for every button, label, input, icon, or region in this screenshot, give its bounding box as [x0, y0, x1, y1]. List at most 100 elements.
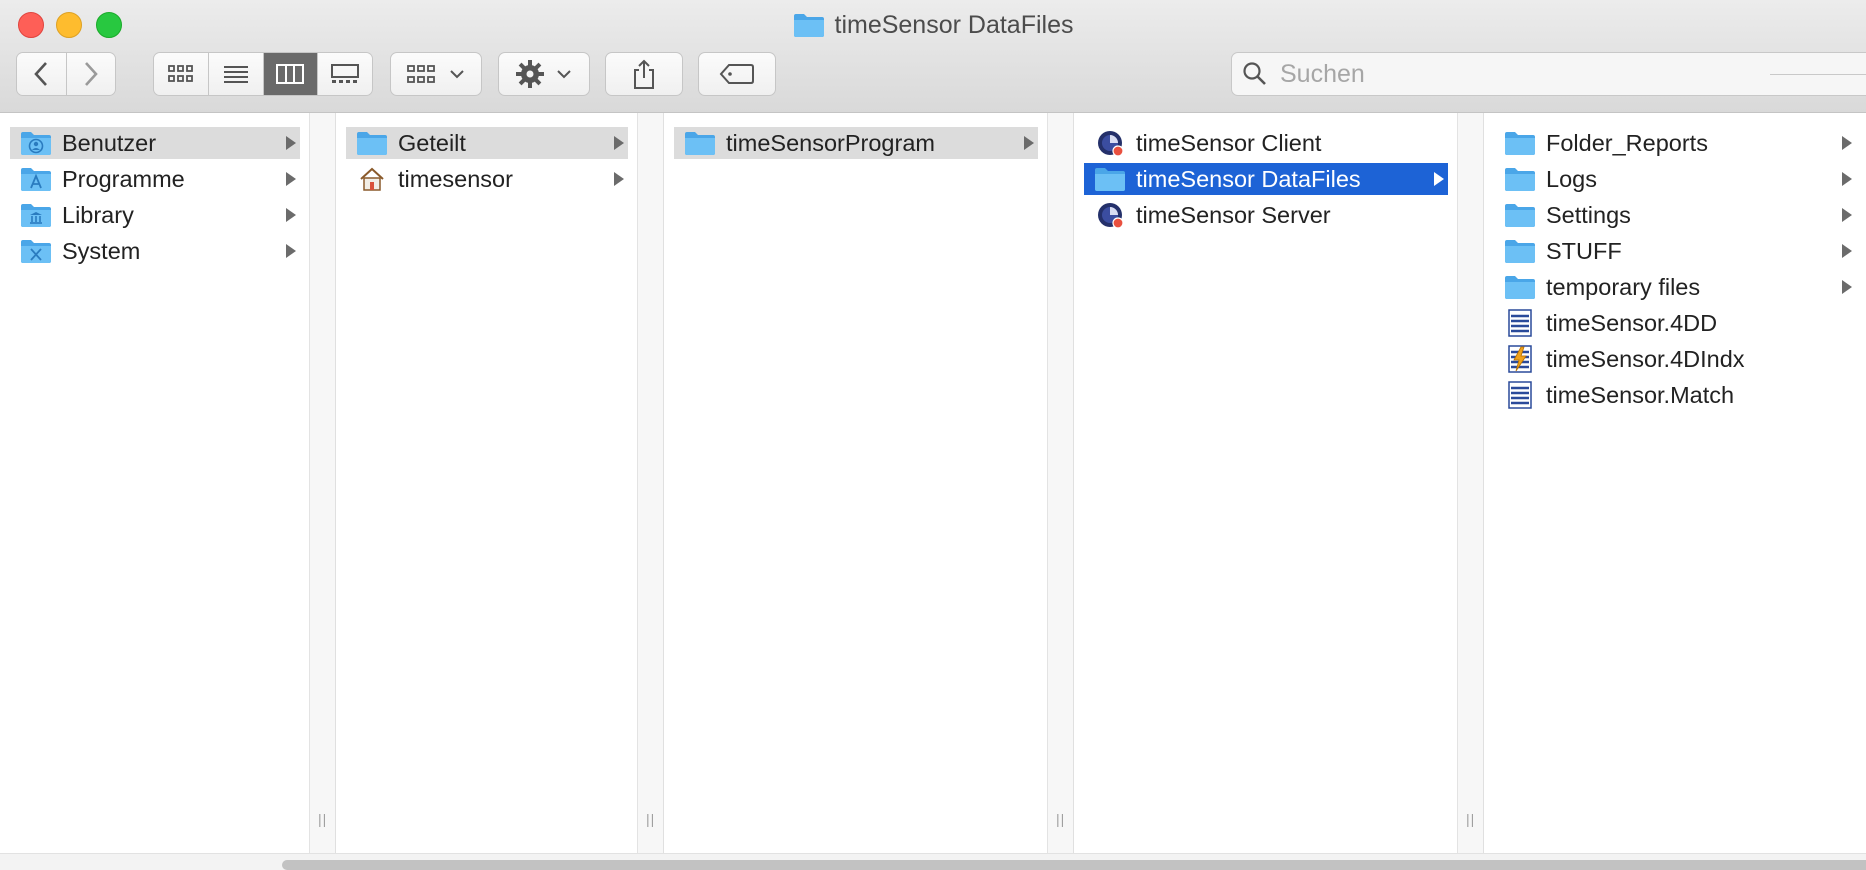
list-item[interactable]: timeSensor.4DIndx — [1494, 343, 1856, 375]
column-4: || timeSensor Client timeSensor DataFiles… — [1074, 113, 1484, 853]
gallery-view-button[interactable] — [318, 53, 372, 95]
list-icon — [223, 66, 248, 83]
list-item[interactable]: timeSensor DataFiles — [1084, 163, 1448, 195]
list-item[interactable]: timeSensor Server — [1084, 199, 1448, 231]
column-5: Folder_Reports Logs Settings STUFF temporary… — [1484, 113, 1866, 853]
folder-icon — [356, 129, 388, 157]
list-item[interactable]: Logs — [1494, 163, 1856, 195]
forward-button[interactable] — [66, 53, 115, 95]
group-button[interactable] — [390, 52, 482, 96]
user-folder-icon — [20, 129, 52, 157]
home-icon — [356, 165, 388, 193]
search-input[interactable] — [1278, 58, 1682, 90]
column-view-button[interactable] — [263, 53, 319, 95]
list-item[interactable]: timeSensor.Match — [1494, 379, 1856, 411]
list-item[interactable]: Geteilt — [346, 127, 628, 159]
disclosure-arrow-icon — [1842, 244, 1852, 258]
share-icon — [634, 59, 654, 89]
list-item[interactable]: System — [10, 235, 300, 267]
disclosure-arrow-icon — [1842, 136, 1852, 150]
chevron-down-icon — [450, 70, 464, 79]
data-file-icon — [1504, 309, 1536, 337]
list-item[interactable]: STUFF — [1494, 235, 1856, 267]
list-item-label: temporary files — [1546, 273, 1701, 300]
disclosure-arrow-icon — [286, 208, 296, 222]
index-file-icon — [1504, 345, 1536, 373]
icon-view-button[interactable] — [154, 53, 209, 95]
view-mode-control — [153, 52, 373, 96]
disclosure-arrow-icon — [1842, 172, 1852, 186]
folder-icon — [1504, 165, 1536, 193]
disclosure-arrow-icon — [1024, 136, 1034, 150]
folder-icon — [793, 14, 824, 37]
list-item[interactable]: timeSensor.4DD — [1494, 307, 1856, 339]
list-item[interactable]: timesensor — [346, 163, 628, 195]
list-item[interactable]: timeSensorProgram — [674, 127, 1038, 159]
column-2: || Geteilt timesensor — [336, 113, 664, 853]
list-item-label: Folder_Reports — [1546, 129, 1708, 156]
column-resize-handle[interactable]: || — [1047, 113, 1073, 853]
folder-icon — [1504, 129, 1536, 157]
library-folder-icon — [20, 201, 52, 229]
list-item-label: timeSensor Server — [1136, 201, 1331, 228]
list-item[interactable]: Programme — [10, 163, 300, 195]
search-icon — [1243, 62, 1266, 85]
list-item-label: STUFF — [1546, 237, 1622, 264]
column-browser: || Benutzer Programme Library System || Get… — [0, 113, 1866, 853]
folder-icon — [1504, 201, 1536, 229]
group-grid-icon — [407, 65, 435, 83]
list-item-label: Benutzer — [62, 129, 157, 156]
back-button[interactable] — [17, 53, 67, 95]
window-title: timeSensor DataFiles — [0, 8, 1866, 42]
disclosure-arrow-icon — [286, 136, 296, 150]
list-item[interactable]: timeSensor Client — [1084, 127, 1448, 159]
list-item-label: Settings — [1546, 201, 1631, 228]
finder-window: timeSensor DataFiles Suchen || Benutzer … — [0, 0, 1866, 870]
disclosure-arrow-icon — [614, 172, 624, 186]
list-item[interactable]: Benutzer — [10, 127, 300, 159]
action-menu-button[interactable] — [498, 52, 590, 96]
list-item[interactable]: Folder_Reports — [1494, 127, 1856, 159]
icon-grid-icon — [167, 65, 193, 82]
list-item-label: timesensor — [398, 165, 513, 192]
disclosure-arrow-icon — [286, 244, 296, 258]
disclosure-arrow-icon — [1434, 172, 1444, 186]
disclosure-arrow-icon — [614, 136, 624, 150]
column-resize-handle[interactable]: || — [309, 113, 335, 853]
column-resize-handle[interactable]: || — [1457, 113, 1483, 853]
app-icon — [1094, 129, 1126, 157]
folder-icon — [684, 129, 716, 157]
tags-button[interactable] — [698, 52, 776, 96]
list-item-label: Programme — [62, 165, 185, 192]
navigation-buttons — [16, 52, 116, 96]
list-item-label: Logs — [1546, 165, 1597, 192]
list-item-label: timeSensor.4DD — [1546, 309, 1718, 336]
disclosure-arrow-icon — [1842, 280, 1852, 294]
gallery-icon — [331, 64, 360, 83]
chevron-left-icon — [34, 62, 48, 86]
app-icon — [1094, 201, 1126, 229]
list-item-label: Geteilt — [398, 129, 466, 156]
applications-folder-icon — [20, 165, 52, 193]
column-resize-handle[interactable]: || — [637, 113, 663, 853]
list-item-label: timeSensorProgram — [726, 129, 935, 156]
search-divider — [1770, 74, 1866, 75]
list-item[interactable]: Settings — [1494, 199, 1856, 231]
column-1: || Benutzer Programme Library System — [0, 113, 336, 853]
share-button[interactable] — [605, 52, 683, 96]
horizontal-scrollbar[interactable] — [0, 853, 1866, 870]
title-bar: timeSensor DataFiles — [0, 0, 1866, 113]
window-title-text: timeSensor DataFiles — [834, 10, 1074, 39]
scrollbar-thumb[interactable] — [282, 860, 1866, 870]
tag-icon — [719, 64, 754, 84]
chevron-right-icon — [84, 62, 98, 86]
list-item[interactable]: Library — [10, 199, 300, 231]
list-item-label: timeSensor DataFiles — [1136, 165, 1361, 192]
list-item-label: timeSensor Client — [1136, 129, 1322, 156]
list-item[interactable]: temporary files — [1494, 271, 1856, 303]
data-file-icon — [1504, 381, 1536, 409]
disclosure-arrow-icon — [1842, 208, 1852, 222]
list-view-button[interactable] — [208, 53, 264, 95]
disclosure-arrow-icon — [286, 172, 296, 186]
columns-icon — [276, 64, 305, 84]
